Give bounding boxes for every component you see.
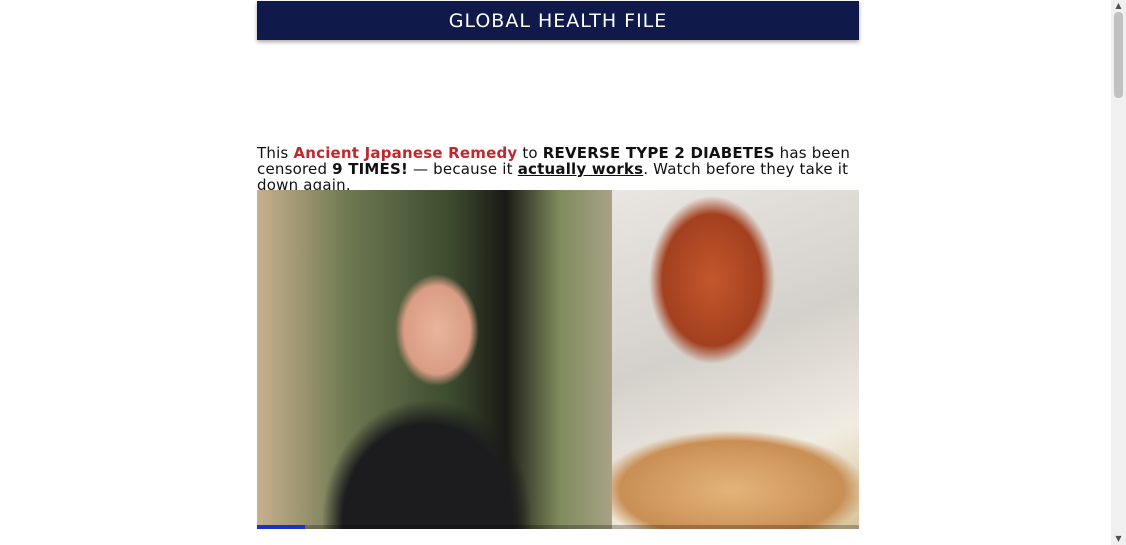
triangle-down-icon[interactable]: ▼ (1111, 533, 1126, 545)
video-progress-fill (257, 525, 306, 529)
headline-text-4: — because it (408, 160, 518, 178)
headline: This Ancient Japanese Remedy to REVERSE … (257, 145, 857, 193)
vertical-scrollbar[interactable]: ▲ ▼ (1111, 0, 1126, 545)
video-player[interactable] (257, 190, 859, 529)
scrollbar-thumb[interactable] (1114, 12, 1123, 98)
video-jar-frame (612, 190, 859, 529)
triangle-up-icon[interactable]: ▲ (1111, 0, 1126, 12)
video-presenter-frame (257, 190, 612, 529)
site-header: GLOBAL HEALTH FILE (257, 1, 859, 40)
site-title[interactable]: GLOBAL HEALTH FILE (449, 10, 668, 32)
video-progress-track[interactable] (257, 525, 859, 529)
actually-works-link[interactable]: actually works (518, 160, 644, 178)
